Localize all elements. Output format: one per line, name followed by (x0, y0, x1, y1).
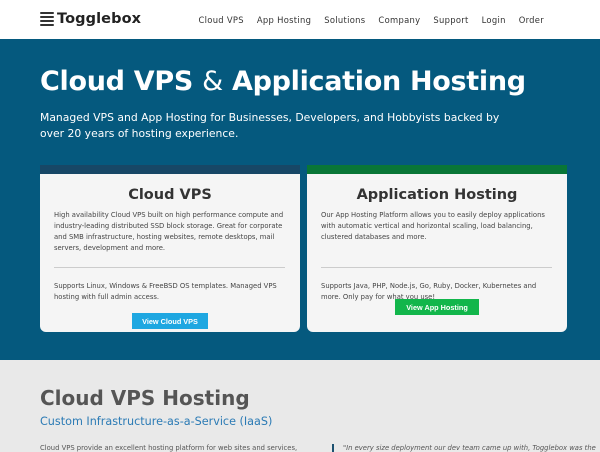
hero-title: Cloud VPS & Application Hosting (40, 66, 526, 97)
nav-support[interactable]: Support (433, 15, 468, 25)
section-title: Cloud VPS Hosting (40, 386, 250, 410)
cloud-vps-card-title: Cloud VPS (128, 187, 212, 203)
cloud-vps-hosting-section: Cloud VPS Hosting Custom Infrastructure-… (0, 360, 600, 452)
app-hosting-card-title: Application Hosting (356, 187, 518, 203)
nav-solutions[interactable]: Solutions (324, 15, 365, 25)
cloud-vps-card-description: High availability Cloud VPS built on hig… (54, 211, 284, 252)
card-divider (54, 267, 285, 268)
site-header: Togglebox Cloud VPS App Hosting Solution… (0, 0, 600, 39)
cloud-vps-card-os-support: Supports Linux, Windows & FreeBSD OS tem… (54, 282, 277, 301)
logo-text: Togglebox (57, 11, 142, 27)
logo-icon (40, 12, 54, 26)
nav-app-hosting[interactable]: App Hosting (257, 15, 311, 25)
hero-section: Cloud VPS & Application Hosting Managed … (0, 39, 600, 360)
main-nav: Cloud VPS App Hosting Solutions Company … (186, 0, 545, 39)
nav-order[interactable]: Order (519, 15, 544, 25)
testimonial-quote: "In every size deployment our dev team c… (343, 444, 596, 452)
section-description: Cloud VPS provide an excellent hosting p… (40, 444, 298, 452)
quote-bar (332, 444, 334, 452)
nav-company[interactable]: Company (378, 15, 420, 25)
card-divider (321, 267, 552, 268)
app-hosting-card-description: Our App Hosting Platform allows you to e… (321, 211, 545, 241)
view-app-hosting-button[interactable]: View App Hosting (395, 299, 479, 315)
nav-cloud-vps[interactable]: Cloud VPS (199, 15, 244, 25)
app-hosting-card: Application Hosting Our App Hosting Plat… (307, 165, 567, 332)
section-subtitle: Custom Infrastructure-as-a-Service (IaaS… (40, 415, 273, 428)
hero-subtitle: Managed VPS and App Hosting for Business… (40, 111, 500, 140)
cloud-vps-card: Cloud VPS High availability Cloud VPS bu… (40, 165, 300, 332)
nav-login[interactable]: Login (482, 15, 506, 25)
logo[interactable]: Togglebox (40, 9, 141, 29)
view-cloud-vps-button[interactable]: View Cloud VPS (132, 313, 208, 329)
